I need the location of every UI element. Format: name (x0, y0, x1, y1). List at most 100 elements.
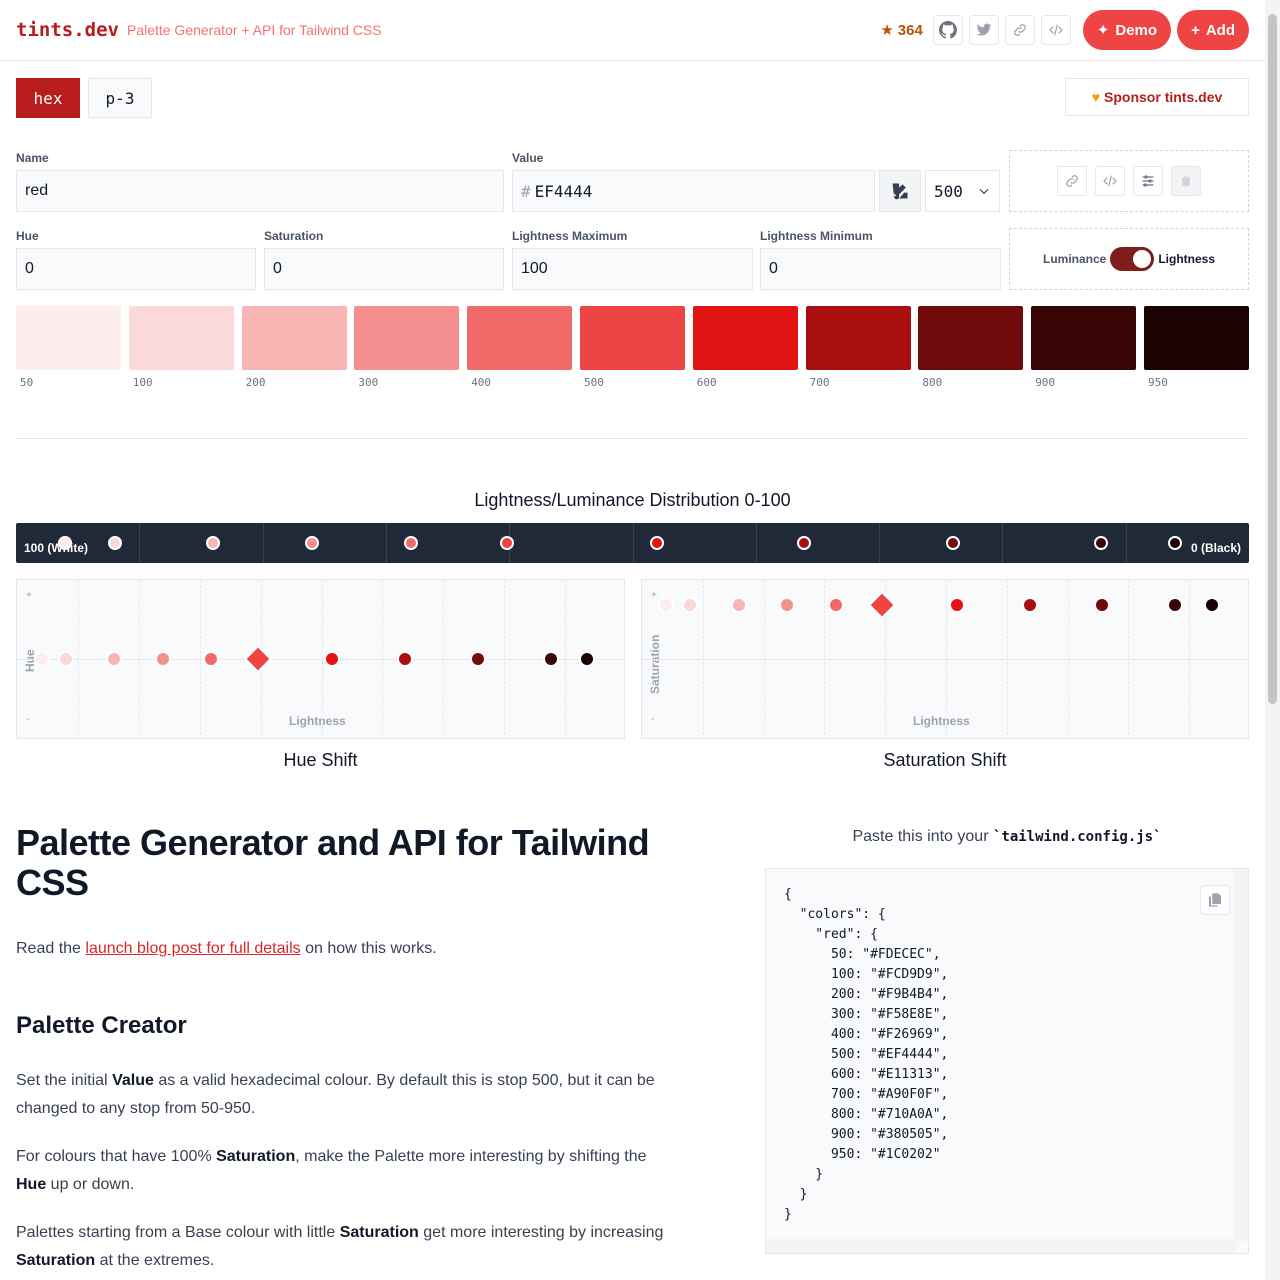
page-scrollbar[interactable] (1265, 0, 1280, 1280)
twitter-icon[interactable] (968, 15, 999, 45)
graph-dot-200[interactable] (108, 653, 120, 665)
swatch-label-50: 50 (20, 376, 34, 389)
swatch-950[interactable] (1144, 306, 1249, 370)
tab-p3[interactable]: p-3 (88, 78, 152, 118)
link-icon[interactable] (1004, 15, 1035, 45)
trash-icon[interactable] (1171, 166, 1201, 196)
graph-dot-800[interactable] (472, 653, 484, 665)
lightness-min-field[interactable] (760, 248, 1001, 290)
swatch-700[interactable] (805, 306, 911, 370)
distribution-dot-800[interactable] (946, 536, 960, 550)
graph-dot-800[interactable] (1096, 599, 1108, 611)
code-vertical-scrollbar[interactable] (1234, 869, 1248, 1241)
sponsor-button[interactable]: ♥ Sponsor tints.dev (1065, 78, 1249, 116)
lightness-min-input[interactable] (769, 260, 992, 278)
graph-dot-100[interactable] (60, 653, 72, 665)
lightness-max-input[interactable] (521, 260, 744, 278)
distribution-gridline (139, 523, 141, 563)
hue-input[interactable] (25, 260, 247, 278)
value-field[interactable]: # (512, 170, 875, 212)
add-button[interactable]: + Add (1177, 10, 1249, 50)
distribution-dot-950[interactable] (1168, 536, 1182, 550)
swatch-label-400: 400 (471, 376, 492, 389)
graph-dot-200[interactable] (733, 599, 745, 611)
base-color-marker-500[interactable] (870, 593, 894, 617)
github-stars[interactable]: ★ 364 (880, 21, 922, 40)
swatch-200[interactable] (241, 306, 347, 370)
swatch-50[interactable] (16, 306, 121, 370)
distribution-dot-200[interactable] (206, 536, 220, 550)
stop-select[interactable]: 500 (925, 170, 1000, 212)
config-code-block[interactable]: { "colors": { "red": { 50: "#FDECEC", 10… (765, 868, 1249, 1254)
saturation-field[interactable] (264, 248, 504, 290)
graph-dot-600[interactable] (326, 653, 338, 665)
graph-dot-600[interactable] (951, 599, 963, 611)
graph-dot-950[interactable] (1206, 599, 1218, 611)
graph-dot-400[interactable] (205, 653, 217, 665)
distribution-dot-900[interactable] (1094, 536, 1108, 550)
hash-prefix: # (521, 181, 531, 201)
lightness-min-label: Lightness Minimum (760, 229, 873, 243)
swatch-800[interactable] (918, 306, 1024, 370)
graph-dot-900[interactable] (545, 653, 557, 665)
code-icon[interactable] (1040, 15, 1071, 45)
brand-logo[interactable]: tints.dev (16, 19, 119, 41)
value-input[interactable] (534, 181, 866, 201)
saturation-shift-title: Saturation Shift (883, 750, 1007, 770)
swatch-label-600: 600 (696, 376, 717, 389)
graph-dot-50[interactable] (660, 599, 672, 611)
base-color-marker-500[interactable] (246, 647, 270, 671)
copy-button[interactable] (1200, 885, 1230, 915)
hue-field[interactable] (16, 248, 256, 290)
blog-post-link[interactable]: launch blog post for full details (85, 940, 300, 957)
distribution-dot-100[interactable] (108, 536, 122, 550)
divider (16, 438, 1249, 439)
distribution-title: Lightness/Luminance Distribution 0-100 (474, 490, 791, 510)
name-input[interactable] (25, 182, 495, 200)
distribution-gridline (879, 523, 881, 563)
graph-dot-700[interactable] (399, 653, 411, 665)
swatch-100[interactable] (128, 306, 234, 370)
saturation-input[interactable] (273, 260, 495, 278)
graph-dot-50[interactable] (36, 653, 48, 665)
config-filename: `tailwind.config.js` (992, 829, 1162, 845)
swatch-label-200: 200 (245, 376, 266, 389)
distribution-dot-700[interactable] (797, 536, 811, 550)
distribution-dot-500[interactable] (500, 536, 514, 550)
distribution-dot-600[interactable] (650, 536, 664, 550)
demo-button[interactable]: ✦ Demo (1082, 10, 1172, 50)
mode-toggle[interactable] (1110, 247, 1155, 271)
graph-dot-900[interactable] (1169, 599, 1181, 611)
graph-dot-300[interactable] (157, 653, 169, 665)
distribution-dot-50[interactable] (58, 536, 72, 550)
sliders-icon[interactable] (1133, 166, 1163, 196)
distribution-dot-300[interactable] (305, 536, 319, 550)
code-horizontal-scrollbar[interactable] (766, 1239, 1236, 1253)
demo-label: Demo (1115, 21, 1158, 39)
code-icon[interactable] (1095, 166, 1125, 196)
graph-dot-700[interactable] (1024, 599, 1036, 611)
graph-dot-950[interactable] (581, 653, 593, 665)
link-icon[interactable] (1057, 166, 1087, 196)
graph-dot-100[interactable] (684, 599, 696, 611)
swatch-300[interactable] (354, 306, 460, 370)
page-scrollbar-thumb[interactable] (1268, 14, 1277, 704)
hue-shift-title: Hue Shift (283, 750, 358, 770)
swatch-600[interactable] (692, 306, 798, 370)
tab-hex[interactable]: hex (16, 78, 80, 118)
distribution-dot-400[interactable] (404, 536, 418, 550)
graph-dot-300[interactable] (781, 599, 793, 611)
value-label: Value (512, 151, 544, 165)
sponsor-label: Sponsor tints.dev (1104, 89, 1223, 105)
swatch-500[interactable] (580, 306, 685, 370)
swatch-400[interactable] (467, 306, 573, 370)
hue-label: Hue (16, 229, 39, 243)
swatch-900[interactable] (1031, 306, 1137, 370)
distribution-gridline (262, 523, 264, 563)
graph-dot-400[interactable] (830, 599, 842, 611)
lightness-max-field[interactable] (512, 248, 753, 290)
name-field[interactable] (16, 170, 504, 212)
github-icon[interactable] (932, 15, 963, 45)
distribution-gridline (1002, 523, 1004, 563)
color-picker-button[interactable] (879, 170, 921, 212)
